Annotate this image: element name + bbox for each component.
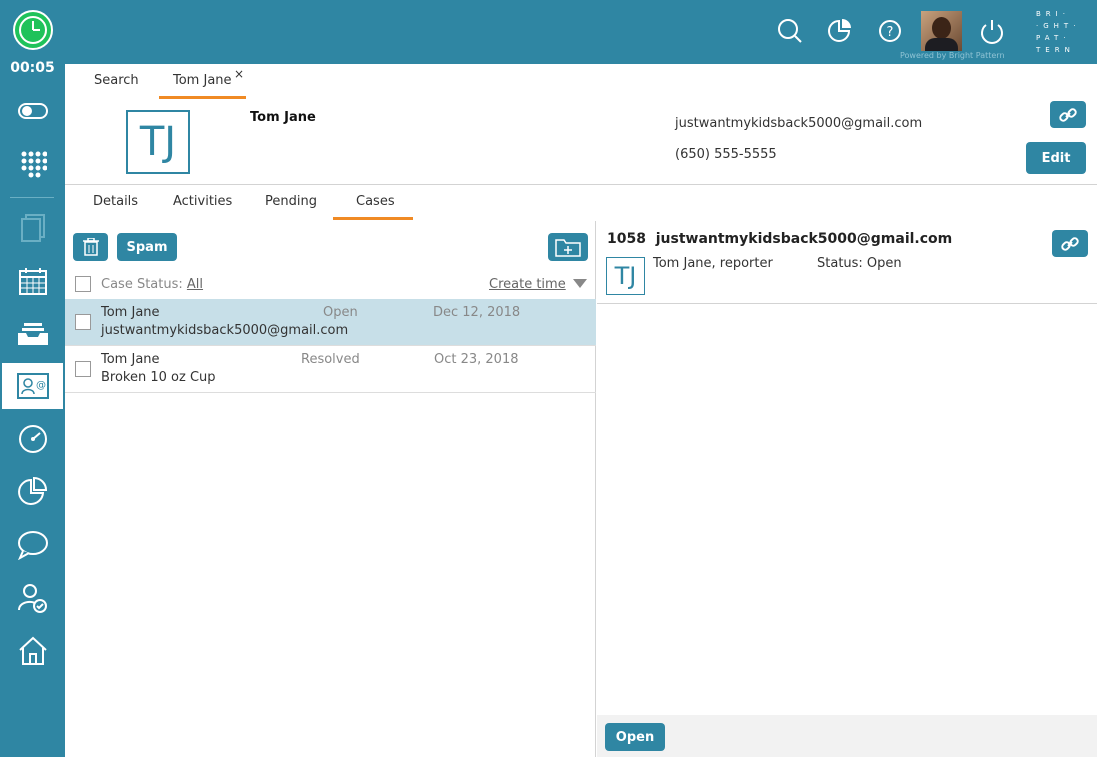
sidebar-divider: [10, 197, 54, 198]
timer: 00:05: [10, 60, 55, 76]
tab-activities[interactable]: Activities: [173, 194, 232, 209]
link-icon: [1061, 236, 1079, 251]
top-bar: ? Powered by Bright Pattern BRI· ·GHT· P…: [0, 0, 1097, 64]
divider: [65, 184, 1097, 185]
tab-pending[interactable]: Pending: [265, 194, 317, 209]
case-row-checkbox[interactable]: [75, 361, 91, 377]
documents-icon[interactable]: [0, 205, 65, 251]
tab-contact[interactable]: Tom Jane: [173, 73, 232, 88]
delete-button[interactable]: [73, 233, 108, 261]
case-date: Dec 12, 2018: [433, 305, 521, 320]
copy-link-button[interactable]: [1050, 101, 1086, 128]
case-reporter: Tom Jane: [101, 305, 160, 320]
svg-text:?: ?: [887, 25, 894, 40]
case-subject-title: justwantmykidsback5000@gmail.com: [655, 231, 953, 247]
case-footer: Open: [597, 715, 1097, 757]
case-status-label: Case Status:: [101, 277, 183, 292]
case-title: 1058 justwantmykidsback5000@gmail.com: [607, 231, 952, 247]
trash-icon: [82, 238, 99, 256]
user-check-icon[interactable]: [0, 575, 65, 621]
brand-logo: BRI· ·GHT· PAT· TERN: [1036, 10, 1081, 54]
tab-details[interactable]: Details: [93, 194, 138, 209]
case-link-button[interactable]: [1052, 230, 1088, 257]
reports-icon[interactable]: [0, 469, 65, 515]
clock-icon[interactable]: [13, 10, 53, 50]
divider: [597, 303, 1097, 304]
sort-label[interactable]: Create time: [489, 277, 566, 292]
new-case-button[interactable]: [548, 233, 588, 261]
tab-search[interactable]: Search: [94, 73, 139, 88]
case-subject: justwantmykidsback5000@gmail.com: [101, 323, 349, 338]
inbox-icon[interactable]: [0, 311, 65, 357]
stats-icon[interactable]: [826, 17, 854, 45]
powered-by-text: Powered by Bright Pattern: [900, 51, 1005, 60]
tab-cases[interactable]: Cases: [356, 194, 395, 209]
sort-create-time[interactable]: Create time: [489, 277, 587, 292]
home-icon[interactable]: [0, 628, 65, 674]
sidebar: 00:05 @: [0, 60, 65, 757]
toggle-icon[interactable]: [0, 88, 65, 134]
case-status: Open: [323, 305, 358, 320]
case-reporter: Tom Jane: [101, 352, 160, 367]
case-row[interactable]: Tom Jane justwantmykidsback5000@gmail.co…: [65, 299, 596, 346]
svg-text:@: @: [36, 380, 46, 391]
edit-button[interactable]: Edit: [1026, 142, 1086, 174]
contact-email: justwantmykidsback5000@gmail.com: [675, 116, 923, 131]
spam-button[interactable]: Spam: [117, 233, 177, 261]
case-subject: Broken 10 oz Cup: [101, 370, 216, 385]
case-status-label: Status: Open: [817, 256, 902, 271]
cases-list-pane: Spam Case Status: All Create time Tom Ja…: [65, 221, 596, 757]
case-status-all-link[interactable]: All: [187, 277, 203, 292]
chat-icon[interactable]: [0, 522, 65, 568]
folder-plus-icon: [555, 239, 581, 257]
help-icon[interactable]: ?: [877, 17, 905, 45]
case-row[interactable]: Tom Jane Broken 10 oz Cup Resolved Oct 2…: [65, 346, 596, 393]
dashboard-icon[interactable]: [0, 416, 65, 462]
main-panel: Search Tom Jane × TJ Tom Jane justwantmy…: [65, 64, 1097, 757]
tab-contact-underline: [159, 96, 246, 99]
contact-avatar: TJ: [126, 110, 190, 174]
contacts-icon[interactable]: @: [2, 363, 63, 409]
search-icon[interactable]: [776, 17, 804, 45]
close-icon[interactable]: ×: [234, 67, 244, 81]
reporter-avatar: TJ: [606, 257, 645, 295]
case-row-checkbox[interactable]: [75, 314, 91, 330]
dialpad-icon[interactable]: [0, 141, 65, 187]
case-date: Oct 23, 2018: [434, 352, 519, 367]
tab-cases-underline: [333, 217, 413, 220]
calendar-icon[interactable]: [0, 258, 65, 304]
link-icon: [1059, 107, 1077, 122]
case-status: Resolved: [301, 352, 360, 367]
avatar[interactable]: [921, 11, 962, 51]
case-number: 1058: [607, 231, 646, 247]
contact-name: Tom Jane: [250, 110, 316, 125]
select-all-checkbox[interactable]: [75, 276, 91, 292]
open-button[interactable]: Open: [605, 723, 665, 751]
case-reporter-label: Tom Jane, reporter: [653, 256, 773, 271]
sort-down-icon[interactable]: [572, 279, 587, 288]
case-status-filter: Case Status: All: [101, 277, 203, 292]
case-detail-pane: 1058 justwantmykidsback5000@gmail.com TJ…: [597, 221, 1097, 757]
power-icon[interactable]: [978, 17, 1006, 45]
contact-phone: (650) 555-5555: [675, 147, 777, 162]
